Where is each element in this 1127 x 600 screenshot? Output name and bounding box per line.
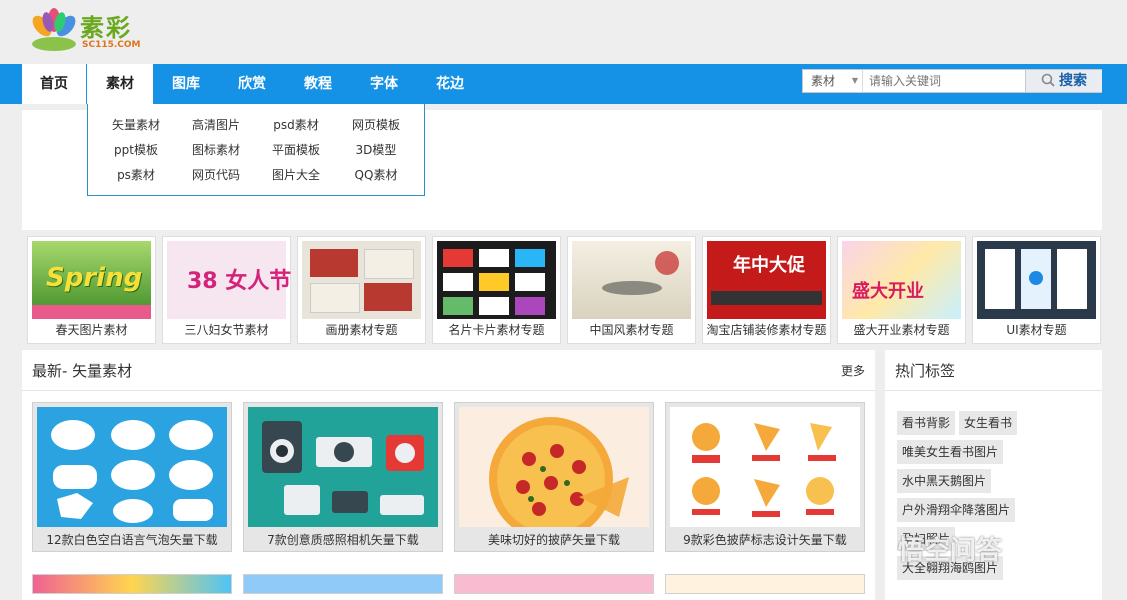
speech-bubbles-image xyxy=(51,420,213,523)
tag-chip[interactable]: 女生看书 xyxy=(959,411,1018,435)
dropdown-item[interactable]: QQ素材 xyxy=(336,166,416,183)
section-title: 热门标签 xyxy=(895,362,956,380)
divider xyxy=(885,390,1102,391)
nav-item-gallery[interactable]: 图库 xyxy=(153,64,219,104)
topic-label: 名片卡片素材专题 xyxy=(448,323,545,337)
topic-card[interactable]: Spring 春天图片素材 xyxy=(27,236,156,344)
dropdown-item[interactable]: 矢量素材 xyxy=(96,116,176,133)
tag-chip[interactable]: 唯美女生看书图片 xyxy=(897,440,1004,464)
resource-thumbnail xyxy=(37,407,227,527)
topic-card[interactable]: 年中大促 淘宝店铺装修素材专题 xyxy=(702,236,831,344)
dropdown-item[interactable]: ps素材 xyxy=(96,166,176,183)
dropdown-item[interactable]: 网页代码 xyxy=(176,166,256,183)
cameras-image xyxy=(262,421,424,515)
tag-chip[interactable]: 户外滑翔伞降落图片 xyxy=(897,498,1016,522)
topic-thumbnail: 年中大促 xyxy=(707,241,826,319)
material-dropdown: 矢量素材 高清图片 psd素材 网页模板 ppt模板 图标素材 平面模板 3D模… xyxy=(87,104,425,196)
nav-item-appreciate[interactable]: 欣赏 xyxy=(219,64,285,104)
resource-thumbnail xyxy=(670,407,860,527)
watermark: 悟空问答 xyxy=(898,536,1003,566)
search-icon xyxy=(1041,73,1055,87)
resource-item-partial[interactable] xyxy=(665,574,865,594)
topic-card[interactable]: 中国风素材专题 xyxy=(567,236,696,344)
resource-item-partial[interactable] xyxy=(454,574,654,594)
topic-label: 春天图片素材 xyxy=(55,323,128,337)
dropdown-item[interactable]: ppt模板 xyxy=(96,141,176,158)
dropdown-item[interactable]: psd素材 xyxy=(256,116,336,133)
topic-thumbnail xyxy=(302,241,421,319)
dropdown-item[interactable]: 平面模板 xyxy=(256,141,336,158)
resource-title: 12款白色空白语言气泡矢量下载 xyxy=(46,533,218,547)
dropdown-item[interactable]: 图片大全 xyxy=(256,166,336,183)
nav-item-material[interactable]: 素材 xyxy=(87,64,153,106)
topic-label: 中国风素材专题 xyxy=(589,323,674,337)
resource-title: 9款彩色披萨标志设计矢量下载 xyxy=(683,533,847,547)
topic-strip: Spring 春天图片素材 38 女人节 三八妇女节素材 画册素材专题 名片卡片… xyxy=(27,236,1102,344)
topic-card[interactable]: UI素材专题 xyxy=(972,236,1101,344)
section-title: 最新- 矢量素材 xyxy=(32,362,133,380)
search-box: 素材 ▼ 搜索 xyxy=(802,69,1102,93)
tag-chip[interactable]: 看书背影 xyxy=(897,411,956,435)
resource-title: 7款创意质感照相机矢量下载 xyxy=(267,533,419,547)
resource-thumbnail xyxy=(248,407,438,527)
more-link[interactable]: 更多 xyxy=(841,362,865,379)
logo-text: 素彩 xyxy=(80,13,132,42)
nav-item-border[interactable]: 花边 xyxy=(417,64,483,104)
tag-chip[interactable]: 水中黑天鹅图片 xyxy=(897,469,992,493)
search-category-select[interactable]: 素材 ▼ xyxy=(803,70,863,92)
topic-label: UI素材专题 xyxy=(1006,323,1067,337)
topic-thumbnail: Spring xyxy=(32,241,151,319)
divider xyxy=(22,390,875,391)
topic-card[interactable]: 名片卡片素材专题 xyxy=(432,236,561,344)
topic-label: 淘宝店铺装修素材专题 xyxy=(706,323,827,337)
topic-thumbnail: 38 女人节 xyxy=(167,241,291,319)
search-category-label: 素材 xyxy=(811,74,836,88)
topic-thumbnail: 盛大开业 xyxy=(842,241,961,319)
search-input[interactable] xyxy=(865,70,1033,92)
topic-label: 画册素材专题 xyxy=(325,323,398,337)
topic-label: 盛大开业素材专题 xyxy=(853,323,950,337)
nav-item-font[interactable]: 字体 xyxy=(351,64,417,104)
topic-thumbnail xyxy=(437,241,556,319)
topic-thumbnail xyxy=(977,241,1096,319)
thumbnail-caption: 盛大开业 xyxy=(852,281,924,302)
topic-card[interactable]: 38 女人节 三八妇女节素材 xyxy=(162,236,291,344)
resource-item[interactable]: 9款彩色披萨标志设计矢量下载 xyxy=(665,402,865,552)
resource-item[interactable]: 美味切好的披萨矢量下载 xyxy=(454,402,654,552)
nav-item-home[interactable]: 首页 xyxy=(22,64,86,104)
topic-thumbnail xyxy=(572,241,691,319)
dropdown-item[interactable]: 3D模型 xyxy=(336,141,416,158)
topic-card[interactable]: 盛大开业 盛大开业素材专题 xyxy=(837,236,966,344)
pizza-logos-image xyxy=(692,423,836,517)
dropdown-item[interactable]: 高清图片 xyxy=(176,116,256,133)
topic-label: 三八妇女节素材 xyxy=(184,323,269,337)
chevron-down-icon: ▼ xyxy=(851,76,858,85)
latest-panel: 最新- 矢量素材 更多 12款白色空白语言气泡矢量下载 7款创意质感照相机矢量下… xyxy=(22,350,875,600)
resource-title: 美味切好的披萨矢量下载 xyxy=(487,533,620,547)
dropdown-item[interactable]: 图标素材 xyxy=(176,141,256,158)
thumbnail-caption: 年中大促 xyxy=(733,255,805,276)
flower-logo-icon xyxy=(32,8,76,51)
search-button-label: 搜索 xyxy=(1059,73,1087,89)
topic-card[interactable]: 画册素材专题 xyxy=(297,236,426,344)
search-button[interactable]: 搜索 xyxy=(1025,70,1102,92)
thumbnail-caption: Spring xyxy=(46,263,143,293)
pizza-image xyxy=(489,417,629,541)
resource-item-partial[interactable] xyxy=(32,574,232,594)
dropdown-item[interactable]: 网页模板 xyxy=(336,116,416,133)
resource-thumbnail xyxy=(459,407,649,541)
resource-item[interactable]: 7款创意质感照相机矢量下载 xyxy=(243,402,443,552)
thumbnail-caption: 38 女人节 xyxy=(187,269,292,294)
resource-item[interactable]: 12款白色空白语言气泡矢量下载 xyxy=(32,402,232,552)
nav-item-tutorial[interactable]: 教程 xyxy=(285,64,351,104)
logo-url: SC115.COM xyxy=(82,40,141,50)
resource-item-partial[interactable] xyxy=(243,574,443,594)
